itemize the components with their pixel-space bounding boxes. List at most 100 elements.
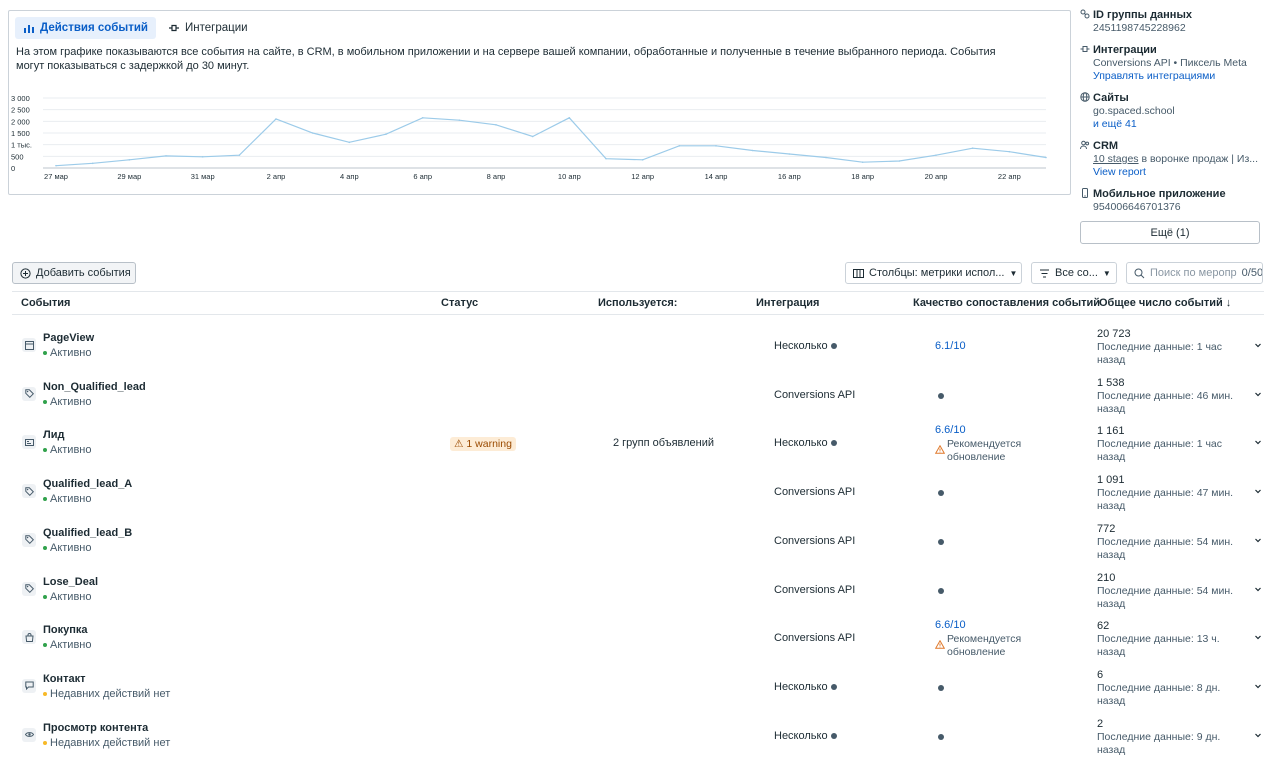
info-icon[interactable]: [830, 343, 837, 349]
data-point[interactable]: [935, 154, 937, 156]
match-quality-score[interactable]: 6.6/10: [935, 424, 966, 436]
data-point[interactable]: [751, 149, 754, 152]
data-point[interactable]: [971, 147, 974, 149]
data-point[interactable]: [568, 117, 571, 119]
events-search-input[interactable]: Поиск по меропр 0/50: [1126, 262, 1263, 284]
data-point[interactable]: [605, 157, 607, 160]
data-point[interactable]: [385, 133, 387, 135]
columns-dropdown[interactable]: Столбцы: метрики испол... ▼: [845, 262, 1022, 284]
view-report-link[interactable]: View report: [1093, 166, 1276, 179]
data-point[interactable]: [1045, 156, 1047, 159]
event-name[interactable]: Qualified_lead_B: [43, 527, 132, 539]
data-point[interactable]: [531, 135, 534, 138]
crm-block: CRM 10 stages в воронке продаж | Из... V…: [1080, 139, 1276, 179]
match-quality-score[interactable]: 6.6/10: [935, 619, 966, 631]
col-total-events[interactable]: Общее число событий ↓: [1099, 297, 1231, 309]
chevron-down-icon[interactable]: [1253, 681, 1263, 691]
event-name[interactable]: Покупка: [43, 624, 88, 636]
integration-cell: Несколько: [774, 681, 837, 693]
chevron-down-icon[interactable]: [1253, 340, 1263, 350]
sites-block: Сайты go.spaced.school и ещё 41: [1080, 91, 1276, 131]
info-icon[interactable]: [938, 538, 944, 545]
data-point[interactable]: [201, 156, 204, 158]
crm-stages-link[interactable]: 10 stages: [1093, 153, 1139, 165]
event-name[interactable]: Non_Qualified_lead: [43, 381, 146, 393]
data-point[interactable]: [678, 145, 681, 147]
data-point[interactable]: [55, 164, 57, 167]
data-point[interactable]: [1008, 150, 1011, 153]
table-row[interactable]: Lose_Deal Активно Conversions API 210 Послед…: [12, 562, 1264, 610]
chevron-down-icon[interactable]: [1253, 437, 1263, 447]
sites-more-link[interactable]: и ещё 41: [1093, 118, 1276, 131]
add-events-button[interactable]: Добавить события: [12, 262, 136, 284]
table-row[interactable]: Просмотр контента Недавних действий нет Не…: [12, 708, 1264, 756]
events-filter-dropdown[interactable]: Все со... ▼: [1031, 262, 1117, 284]
info-icon[interactable]: [830, 732, 837, 739]
event-name[interactable]: Qualified_lead_A: [43, 478, 132, 490]
data-point[interactable]: [128, 159, 131, 161]
tab-event-actions[interactable]: Действия событий: [15, 17, 156, 39]
info-icon[interactable]: [938, 684, 944, 691]
data-point[interactable]: [825, 156, 827, 159]
data-point[interactable]: [788, 153, 791, 155]
chevron-down-icon[interactable]: [1253, 486, 1263, 496]
info-icon[interactable]: [938, 490, 944, 497]
data-point[interactable]: [348, 141, 351, 144]
data-point[interactable]: [421, 117, 424, 119]
col-events[interactable]: События: [21, 297, 70, 309]
data-point[interactable]: [641, 159, 644, 161]
chevron-down-icon[interactable]: [1253, 535, 1263, 545]
info-icon[interactable]: [938, 733, 944, 740]
chevron-down-icon[interactable]: [1253, 584, 1263, 594]
x-tick-label: 16 апр: [778, 172, 801, 181]
table-row[interactable]: Qualified_lead_B Активно Conversions API 77…: [12, 513, 1264, 561]
last-data-time: Последние данные: 1 час назад: [1097, 341, 1223, 366]
info-icon[interactable]: [830, 440, 837, 447]
more-button[interactable]: Ещё (1): [1080, 221, 1260, 244]
integration-label: Несколько: [774, 340, 828, 352]
status-label: Активно: [50, 347, 92, 359]
info-icon[interactable]: [830, 683, 837, 690]
tag-icon: [22, 386, 36, 401]
col-used[interactable]: Используется:: [598, 297, 677, 309]
series-line[interactable]: [55, 117, 1047, 167]
event-name[interactable]: Лид: [43, 429, 64, 441]
data-point[interactable]: [898, 160, 901, 162]
table-row[interactable]: Лид Активно ⚠ 1 warning 2 групп объявлений Не…: [12, 415, 1264, 463]
info-icon[interactable]: [938, 587, 944, 594]
data-point[interactable]: [715, 145, 717, 147]
col-status[interactable]: Статус: [441, 297, 478, 309]
manage-integrations-link[interactable]: Управлять интеграциями: [1093, 70, 1276, 83]
event-name[interactable]: Просмотр контента: [43, 722, 148, 734]
table-row[interactable]: Контакт Недавних действий нет Несколько 6 По…: [12, 659, 1264, 707]
event-name[interactable]: Lose_Deal: [43, 576, 98, 588]
data-point[interactable]: [495, 124, 497, 126]
table-row[interactable]: Qualified_lead_A Активно Conversions API 1 …: [12, 464, 1264, 512]
eye-icon: [22, 727, 36, 742]
tab-integrations[interactable]: Интеграции: [160, 17, 256, 39]
integrations-text: Conversions API • Пиксель Meta: [1093, 57, 1247, 69]
table-row[interactable]: Покупка Активно Conversions API 6.6/10 Реком…: [12, 610, 1264, 658]
table-row[interactable]: PageView Активно Несколько 6.1/10 20 723 Посл…: [12, 318, 1264, 366]
event-name[interactable]: Контакт: [43, 673, 85, 685]
event-name[interactable]: PageView: [43, 332, 94, 344]
chevron-down-icon[interactable]: [1253, 632, 1263, 642]
total-events-cell: 62 Последние данные: 13 ч. назад: [1097, 620, 1247, 659]
data-point[interactable]: [165, 155, 167, 157]
data-point[interactable]: [311, 132, 314, 134]
chevron-down-icon[interactable]: [1253, 730, 1263, 740]
data-point[interactable]: [861, 161, 864, 163]
warning-badge[interactable]: ⚠ 1 warning: [450, 437, 516, 452]
data-point[interactable]: [275, 118, 277, 120]
used-in-ad-sets[interactable]: 2 групп объявлений: [613, 437, 714, 449]
col-integration[interactable]: Интеграция: [756, 297, 819, 309]
data-point[interactable]: [458, 119, 461, 121]
col-quality[interactable]: Качество сопоставления событий: [913, 297, 1100, 309]
info-icon[interactable]: [938, 392, 944, 399]
match-quality-score[interactable]: 6.1/10: [935, 340, 966, 352]
data-point[interactable]: [238, 154, 241, 156]
x-tick-label: 6 апр: [413, 172, 432, 181]
data-point[interactable]: [91, 162, 94, 165]
table-row[interactable]: Non_Qualified_lead Активно Conversions API…: [12, 367, 1264, 415]
chevron-down-icon[interactable]: [1253, 389, 1263, 399]
